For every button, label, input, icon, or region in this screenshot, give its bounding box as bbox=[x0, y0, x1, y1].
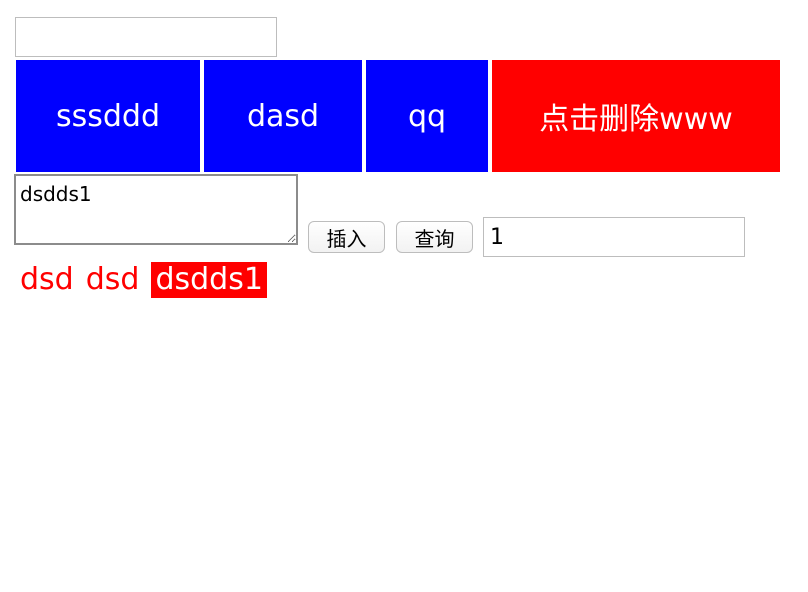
tab-dasd[interactable]: dasd bbox=[204, 60, 362, 172]
tab-sssddd[interactable]: sssddd bbox=[16, 60, 200, 172]
insert-button[interactable]: 插入 bbox=[308, 221, 385, 253]
content-textarea[interactable]: dsdds1 bbox=[14, 174, 298, 245]
tab-qq[interactable]: qq bbox=[366, 60, 488, 172]
result-item[interactable]: dsd bbox=[20, 262, 74, 298]
query-button[interactable]: 查询 bbox=[396, 221, 473, 253]
result-list: dsd dsd dsdds1 bbox=[20, 262, 267, 298]
query-input[interactable] bbox=[483, 217, 745, 257]
result-item-highlighted[interactable]: dsdds1 bbox=[151, 262, 267, 298]
result-item[interactable]: dsd bbox=[86, 262, 140, 298]
tab-delete-www[interactable]: 点击删除www bbox=[492, 60, 780, 172]
editor-row: dsdds1 插入 查询 bbox=[14, 174, 794, 264]
top-text-input[interactable] bbox=[15, 17, 277, 57]
